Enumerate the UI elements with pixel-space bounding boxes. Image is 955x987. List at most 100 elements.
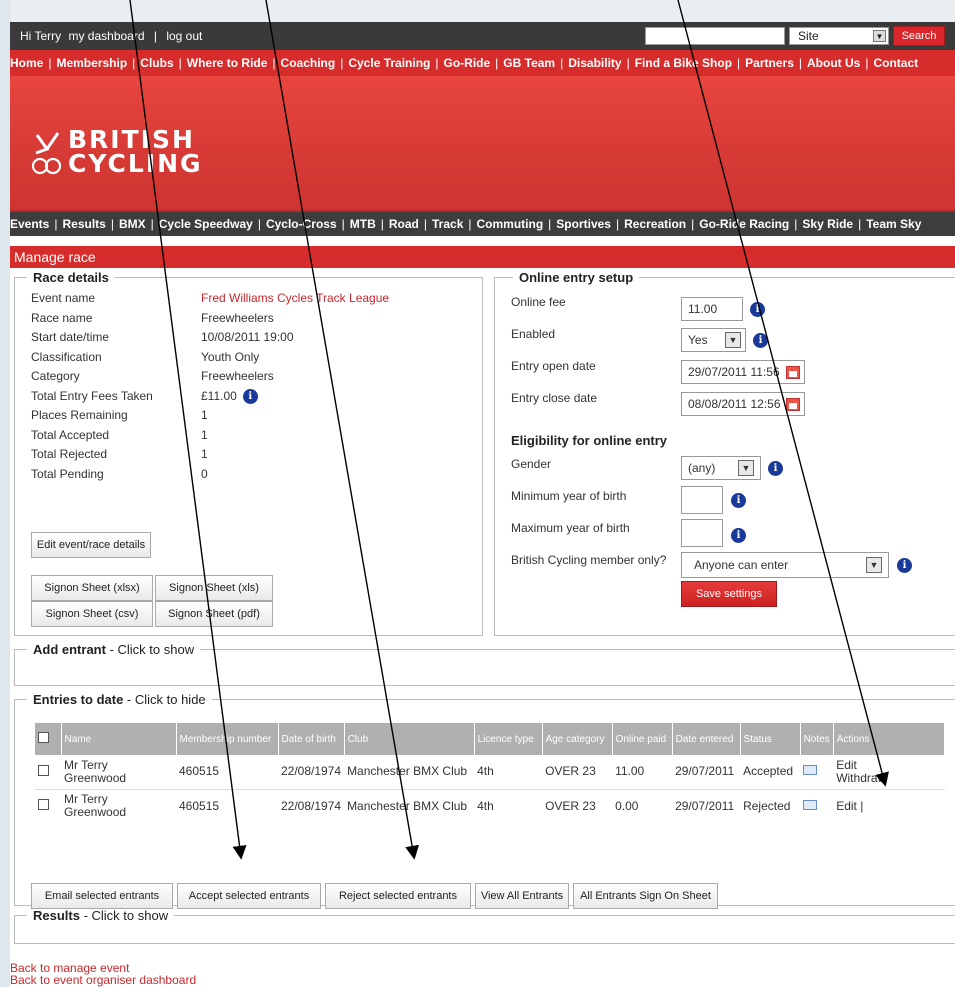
header-club[interactable]: Club xyxy=(344,723,475,755)
sub-nav-item-go-ride-racing[interactable]: Go-Ride Racing xyxy=(699,217,789,231)
main-nav-item-clubs[interactable]: Clubs xyxy=(140,56,173,70)
entries-table: Name Membership number Date of birth Clu… xyxy=(35,723,946,823)
search-button[interactable]: Search xyxy=(893,26,945,46)
envelope-icon[interactable] xyxy=(803,799,818,810)
sub-nav-item-recreation[interactable]: Recreation xyxy=(624,217,686,231)
race-detail-value[interactable]: Fred Williams Cycles Track League xyxy=(201,289,389,309)
edit-event-button[interactable]: Edit event/race details xyxy=(31,532,151,558)
main-nav-item-where-to-ride[interactable]: Where to Ride xyxy=(187,56,268,70)
sub-nav-item-cyclo-cross[interactable]: Cyclo-Cross xyxy=(266,217,337,231)
save-settings-button[interactable]: Save settings xyxy=(681,581,777,607)
main-nav-item-about-us[interactable]: About Us xyxy=(807,56,860,70)
header-status[interactable]: Status xyxy=(740,723,801,755)
gender-info-icon[interactable]: i xyxy=(768,461,783,476)
signon-xlsx-button[interactable]: Signon Sheet (xlsx) xyxy=(31,575,153,601)
row-checkbox[interactable] xyxy=(38,799,49,811)
max-year-input[interactable] xyxy=(681,519,723,547)
fees-info-icon[interactable]: i xyxy=(242,388,258,404)
edit-link[interactable]: Edit xyxy=(836,758,941,772)
add-entrant-legend[interactable]: Add entrant - Click to show xyxy=(27,642,200,657)
email-selected-button[interactable]: Email selected entrants xyxy=(31,883,173,909)
calendar-icon[interactable] xyxy=(786,398,800,411)
main-nav-item-membership[interactable]: Membership xyxy=(56,56,127,70)
header-date-of-birth[interactable]: Date of birth xyxy=(278,723,345,755)
entry-open-input[interactable]: 29/07/2011 11:56 xyxy=(681,360,805,384)
reject-selected-button[interactable]: Reject selected entrants xyxy=(325,883,471,909)
logout-link[interactable]: log out xyxy=(166,29,202,43)
edit-link[interactable]: Edit | xyxy=(836,799,941,813)
sub-nav-item-sportives[interactable]: Sportives xyxy=(556,217,611,231)
main-nav-item-gb-team[interactable]: GB Team xyxy=(503,56,555,70)
results-legend[interactable]: Results - Click to show xyxy=(27,908,174,923)
search-input[interactable] xyxy=(645,27,785,45)
membership-number-link[interactable]: 460515 xyxy=(176,755,278,790)
main-nav-item-go-ride[interactable]: Go-Ride xyxy=(444,56,491,70)
entry-close-input[interactable]: 08/08/2011 12:56 xyxy=(681,392,805,416)
header-age-category[interactable]: Age category xyxy=(542,723,613,755)
sub-nav-item-mtb[interactable]: MTB xyxy=(350,217,376,231)
header-licence-type[interactable]: Licence type xyxy=(474,723,543,755)
user-links: Hi Terry my dashboard | log out xyxy=(20,29,202,43)
header-membership-number[interactable]: Membership number xyxy=(176,723,279,755)
british-cycling-logo[interactable]: BRITISH CYCLING xyxy=(32,127,203,176)
enabled-select[interactable]: Yes ▼ xyxy=(681,328,746,352)
back-to-dashboard-link[interactable]: Back to event organiser dashboard xyxy=(10,974,196,986)
main-nav-item-disability[interactable]: Disability xyxy=(568,56,621,70)
calendar-icon[interactable] xyxy=(786,366,800,379)
signon-pdf-button[interactable]: Signon Sheet (pdf) xyxy=(155,601,273,627)
nav-separator: | xyxy=(865,56,869,70)
gender-select[interactable]: (any) ▼ xyxy=(681,456,761,480)
sign-on-sheet-button[interactable]: All Entrants Sign On Sheet xyxy=(573,883,718,909)
sub-nav-item-bmx[interactable]: BMX xyxy=(119,217,146,231)
signon-xls-button[interactable]: Signon Sheet (xls) xyxy=(155,575,273,601)
main-nav-item-partners[interactable]: Partners xyxy=(745,56,794,70)
entry-close-label: Entry close date xyxy=(511,391,598,405)
race-details-legend: Race details xyxy=(33,270,109,285)
age-category: OVER 23 xyxy=(545,798,596,813)
main-nav-item-coaching[interactable]: Coaching xyxy=(281,56,336,70)
view-all-entrants-button[interactable]: View All Entrants xyxy=(475,883,569,909)
race-detail-value: Freewheelers xyxy=(201,367,274,387)
entrant-name-link[interactable]: Mr Terry Greenwood xyxy=(61,755,176,790)
member-only-info-icon[interactable]: i xyxy=(897,558,912,573)
membership-number-link[interactable]: 460515 xyxy=(176,789,278,823)
dashboard-link[interactable]: my dashboard xyxy=(68,29,144,43)
row-checkbox[interactable] xyxy=(38,764,49,776)
sub-nav-item-road[interactable]: Road xyxy=(389,217,419,231)
entries-legend[interactable]: Entries to date - Click to hide xyxy=(27,692,212,707)
greeting: Hi Terry xyxy=(20,29,62,43)
sub-nav-item-results[interactable]: Results xyxy=(62,217,105,231)
max-year-info-icon[interactable]: i xyxy=(731,528,746,543)
header-name[interactable]: Name xyxy=(61,723,177,755)
entrant-name-link[interactable]: Mr Terry Greenwood xyxy=(61,789,176,823)
site-select[interactable]: Site ▼ xyxy=(789,27,889,45)
sub-nav-item-sky-ride[interactable]: Sky Ride xyxy=(802,217,853,231)
min-year-input[interactable] xyxy=(681,486,723,514)
main-nav-item-home[interactable]: Home xyxy=(10,56,43,70)
header-online-paid[interactable]: Online paid xyxy=(612,723,673,755)
sub-nav-item-events[interactable]: Events xyxy=(10,217,49,231)
header-date-entered[interactable]: Date entered xyxy=(672,723,741,755)
main-nav-item-contact[interactable]: Contact xyxy=(873,56,918,70)
withdraw-link[interactable]: Withdraw xyxy=(836,771,941,785)
envelope-icon[interactable] xyxy=(803,765,818,776)
sub-nav-item-track[interactable]: Track xyxy=(432,217,463,231)
member-only-select[interactable]: Anyone can enter ▼ xyxy=(681,552,889,578)
main-nav-item-cycle-training[interactable]: Cycle Training xyxy=(348,56,430,70)
online-fee-input[interactable]: 11.00 xyxy=(681,297,743,321)
main-nav-item-find-a-bike-shop[interactable]: Find a Bike Shop xyxy=(635,56,732,70)
min-year-info-icon[interactable]: i xyxy=(731,493,746,508)
online-paid: 0.00 xyxy=(615,798,639,813)
race-detail-value: Freewheelers xyxy=(201,309,274,329)
sub-nav-item-commuting[interactable]: Commuting xyxy=(477,217,544,231)
chevron-down-icon: ▼ xyxy=(866,557,882,573)
fee-info-icon[interactable]: i xyxy=(750,302,765,317)
accept-selected-button[interactable]: Accept selected entrants xyxy=(177,883,321,909)
max-year-label: Maximum year of birth xyxy=(511,521,630,535)
sub-nav-item-team-sky[interactable]: Team Sky xyxy=(866,217,921,231)
main-nav: Home | Membership | Clubs | Where to Ride | Coac… xyxy=(10,50,955,76)
signon-csv-button[interactable]: Signon Sheet (csv) xyxy=(31,601,153,627)
select-all-checkbox[interactable] xyxy=(38,732,49,743)
enabled-info-icon[interactable]: i xyxy=(753,333,768,348)
sub-nav-item-cycle-speedway[interactable]: Cycle Speedway xyxy=(159,217,253,231)
